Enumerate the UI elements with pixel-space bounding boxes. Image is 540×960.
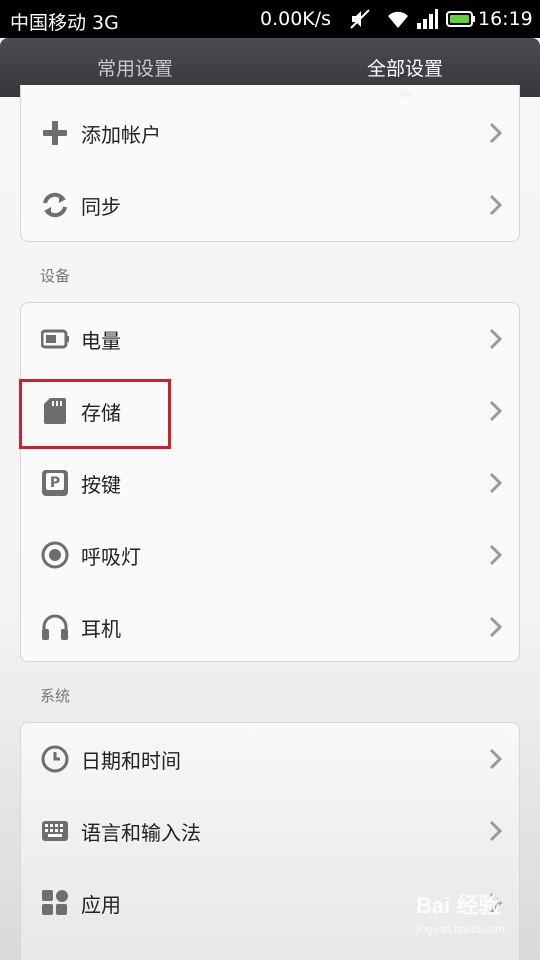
chevron-right-icon bbox=[489, 544, 503, 566]
watermark: Bai 经验 jingyan.baidu.com bbox=[412, 884, 532, 946]
list-item-label: 同步 bbox=[81, 194, 121, 219]
list-item-label: 语言和输入法 bbox=[81, 820, 201, 845]
clock-time: 16:19 bbox=[478, 8, 533, 30]
active-tab-indicator bbox=[396, 88, 414, 97]
list-item-language-input[interactable]: 语言和输入法 bbox=[21, 795, 521, 867]
list-item-breathing-light[interactable]: 呼吸灯 bbox=[21, 519, 521, 591]
chevron-right-icon bbox=[489, 328, 503, 350]
chevron-right-icon bbox=[489, 472, 503, 494]
list-item-label: 日期和时间 bbox=[81, 748, 181, 773]
list-item-label: 添加帐户 bbox=[81, 122, 161, 147]
section-title-system: 系统 bbox=[40, 687, 71, 705]
led-icon bbox=[41, 541, 69, 569]
chevron-right-icon bbox=[489, 400, 503, 422]
carrier-label: 中国移动 3G bbox=[10, 12, 119, 34]
list-item-label: 耳机 bbox=[81, 616, 121, 641]
list-item-headphones[interactable]: 耳机 bbox=[21, 591, 521, 663]
list-item-sync[interactable]: 同步 bbox=[21, 169, 521, 241]
list-item-label: 电量 bbox=[81, 328, 121, 353]
list-item-label: 呼吸灯 bbox=[81, 544, 141, 569]
keyboard-icon bbox=[41, 817, 69, 845]
svg-text:P: P bbox=[50, 475, 60, 491]
list-item-battery[interactable]: 电量 bbox=[21, 303, 521, 375]
chevron-right-icon bbox=[489, 616, 503, 638]
highlight-box bbox=[19, 379, 171, 449]
list-item-add-account[interactable]: 添加帐户 bbox=[21, 97, 521, 169]
chevron-right-icon bbox=[489, 194, 503, 216]
accounts-card: 添加帐户 同步 bbox=[20, 85, 520, 242]
key-icon: P bbox=[41, 469, 69, 497]
battery-icon bbox=[446, 11, 475, 27]
chevron-right-icon bbox=[489, 122, 503, 144]
sync-icon bbox=[41, 191, 69, 219]
list-item-label: 按键 bbox=[81, 472, 121, 497]
list-item-keys[interactable]: P 按键 bbox=[21, 447, 521, 519]
device-card: 电量 存储 P 按键 呼吸灯 耳机 bbox=[20, 302, 520, 662]
plus-icon bbox=[41, 119, 69, 147]
section-title-device: 设备 bbox=[40, 267, 71, 285]
watermark-url: jingyan.baidu.com bbox=[416, 924, 505, 936]
apps-icon bbox=[41, 889, 69, 917]
headphones-icon bbox=[41, 613, 69, 641]
mute-icon bbox=[350, 9, 370, 29]
chevron-right-icon bbox=[489, 820, 503, 842]
battery-icon bbox=[41, 325, 69, 353]
list-item-label: 应用 bbox=[81, 892, 121, 917]
watermark-logo: Bai 经验 bbox=[416, 893, 501, 918]
chevron-right-icon bbox=[489, 748, 503, 770]
list-item-date-time[interactable]: 日期和时间 bbox=[21, 723, 521, 795]
status-bar: 中国移动 3G 0.00K/s 16:19 bbox=[0, 0, 540, 38]
wifi-icon bbox=[388, 11, 408, 28]
signal-icon bbox=[417, 9, 438, 29]
clock-icon bbox=[41, 745, 69, 773]
settings-list[interactable]: 添加帐户 同步 设备 电量 存储 P 按键 呼吸灯 耳机 系统 日期和时间 语言… bbox=[0, 85, 540, 960]
network-speed: 0.00K/s bbox=[260, 8, 332, 30]
